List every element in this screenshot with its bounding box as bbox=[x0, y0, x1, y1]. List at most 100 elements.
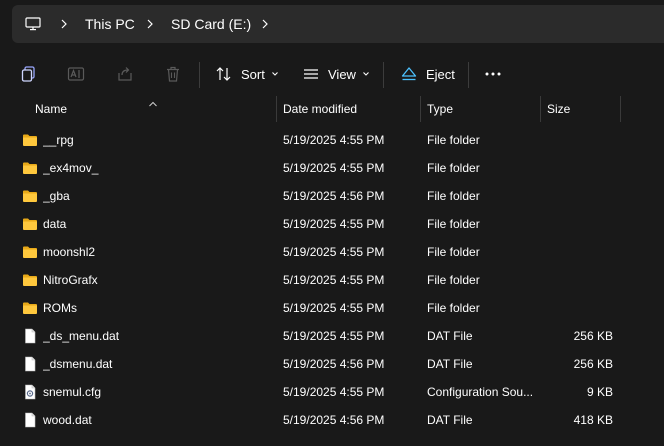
folder-icon bbox=[22, 300, 38, 316]
file-icon bbox=[22, 328, 38, 344]
file-type: DAT File bbox=[427, 357, 473, 371]
column-size[interactable]: Size bbox=[547, 96, 570, 122]
file-row[interactable]: _ex4mov_ 5/19/2025 4:55 PM File folder bbox=[0, 154, 664, 182]
file-size bbox=[545, 294, 613, 322]
column-divider[interactable] bbox=[420, 96, 421, 122]
file-date-modified: 5/19/2025 4:55 PM bbox=[283, 385, 385, 399]
more-icon bbox=[485, 72, 501, 76]
file-type: File folder bbox=[427, 189, 480, 203]
column-date-modified[interactable]: Date modified bbox=[283, 96, 357, 122]
breadcrumb-this-pc[interactable]: This PC bbox=[85, 5, 135, 43]
file-date-modified: 5/19/2025 4:56 PM bbox=[283, 357, 385, 371]
file-size: 9 KB bbox=[586, 385, 613, 399]
file-size: 256 KB bbox=[573, 329, 613, 343]
file-name: _gba bbox=[43, 189, 70, 203]
file-row[interactable]: _ds_menu.dat 5/19/2025 4:55 PM DAT File 256… bbox=[0, 322, 664, 350]
view-button[interactable]: View bbox=[302, 52, 371, 96]
rename-icon bbox=[67, 67, 85, 81]
rename-button[interactable] bbox=[67, 52, 85, 96]
file-type: File folder bbox=[427, 245, 480, 259]
config-file-icon bbox=[22, 384, 38, 400]
file-size bbox=[545, 266, 613, 294]
file-type: File folder bbox=[427, 301, 480, 315]
file-name: moonshl2 bbox=[43, 245, 96, 259]
file-name: data bbox=[43, 217, 67, 231]
sort-button[interactable]: Sort bbox=[215, 52, 280, 96]
file-row[interactable]: wood.dat 5/19/2025 4:56 PM DAT File 418 KB bbox=[0, 406, 664, 434]
file-name: NitroGrafx bbox=[43, 273, 98, 287]
file-size bbox=[545, 154, 613, 182]
toolbar-divider bbox=[383, 62, 384, 88]
copy-button[interactable] bbox=[20, 52, 38, 96]
column-divider[interactable] bbox=[540, 96, 541, 122]
folder-icon bbox=[22, 132, 38, 148]
column-name[interactable]: Name bbox=[35, 96, 67, 122]
more-options-button[interactable] bbox=[484, 52, 502, 96]
file-row[interactable]: moonshl2 5/19/2025 4:55 PM File folder bbox=[0, 238, 664, 266]
file-row[interactable]: _dsmenu.dat 5/19/2025 4:56 PM DAT File 256 … bbox=[0, 350, 664, 378]
file-row[interactable]: __rpg 5/19/2025 4:55 PM File folder bbox=[0, 126, 664, 154]
file-date-modified: 5/19/2025 4:56 PM bbox=[283, 413, 385, 427]
eject-label: Eject bbox=[426, 66, 455, 82]
sort-icon bbox=[216, 67, 231, 81]
file-row[interactable]: _gba 5/19/2025 4:56 PM File folder bbox=[0, 182, 664, 210]
folder-icon bbox=[22, 160, 38, 176]
eject-button[interactable]: Eject bbox=[400, 52, 455, 96]
file-row[interactable]: NitroGrafx 5/19/2025 4:55 PM File folder bbox=[0, 266, 664, 294]
view-icon bbox=[304, 69, 318, 79]
computer-icon[interactable] bbox=[25, 16, 41, 32]
file-size bbox=[545, 182, 613, 210]
file-type: File folder bbox=[427, 273, 480, 287]
chevron-right-icon[interactable] bbox=[261, 5, 269, 43]
chevron-down-icon bbox=[271, 72, 278, 76]
file-name: ROMs bbox=[43, 301, 77, 315]
sort-ascending-icon bbox=[148, 94, 158, 112]
trash-icon bbox=[167, 66, 179, 82]
file-name: _dsmenu.dat bbox=[43, 357, 113, 371]
sort-label: Sort bbox=[241, 66, 265, 82]
file-size bbox=[545, 126, 613, 154]
folder-icon bbox=[22, 272, 38, 288]
file-date-modified: 5/19/2025 4:55 PM bbox=[283, 301, 385, 315]
column-divider[interactable] bbox=[276, 96, 277, 122]
eject-icon bbox=[401, 67, 417, 81]
share-button[interactable] bbox=[116, 52, 134, 96]
command-bar: Sort View Eject bbox=[0, 52, 664, 96]
file-type: DAT File bbox=[427, 413, 473, 427]
file-type: File folder bbox=[427, 161, 480, 175]
column-divider[interactable] bbox=[620, 96, 621, 122]
chevron-down-icon bbox=[363, 72, 369, 76]
share-icon bbox=[118, 67, 132, 81]
file-date-modified: 5/19/2025 4:55 PM bbox=[283, 329, 385, 343]
file-size: 418 KB bbox=[573, 413, 613, 427]
view-label: View bbox=[328, 66, 356, 82]
column-header: Name Date modified Type Size bbox=[0, 96, 664, 122]
column-type[interactable]: Type bbox=[427, 96, 453, 122]
file-row[interactable]: data 5/19/2025 4:55 PM File folder bbox=[0, 210, 664, 238]
chevron-right-icon[interactable] bbox=[146, 5, 154, 43]
file-name: _ds_menu.dat bbox=[43, 329, 120, 343]
file-size: 256 KB bbox=[573, 357, 613, 371]
file-icon bbox=[22, 412, 38, 428]
file-type: File folder bbox=[427, 133, 480, 147]
file-size bbox=[545, 210, 613, 238]
file-name: snemul.cfg bbox=[43, 385, 102, 399]
toolbar-divider bbox=[199, 62, 200, 88]
file-name: wood.dat bbox=[43, 413, 92, 427]
file-name: _ex4mov_ bbox=[43, 161, 99, 175]
file-date-modified: 5/19/2025 4:55 PM bbox=[283, 161, 385, 175]
file-name: __rpg bbox=[43, 133, 74, 147]
file-date-modified: 5/19/2025 4:55 PM bbox=[283, 217, 385, 231]
breadcrumb-sd-card[interactable]: SD Card (E:) bbox=[171, 5, 251, 43]
delete-button[interactable] bbox=[164, 52, 182, 96]
file-date-modified: 5/19/2025 4:55 PM bbox=[283, 245, 385, 259]
file-row[interactable]: snemul.cfg 5/19/2025 4:55 PM Configuration… bbox=[0, 378, 664, 406]
file-size bbox=[545, 238, 613, 266]
toolbar-divider bbox=[468, 62, 469, 88]
file-type: Configuration Sou... bbox=[427, 385, 534, 399]
copy-icon bbox=[21, 66, 35, 82]
address-bar[interactable]: This PC SD Card (E:) bbox=[12, 5, 664, 43]
chevron-right-icon[interactable] bbox=[60, 5, 68, 43]
file-row[interactable]: ROMs 5/19/2025 4:55 PM File folder bbox=[0, 294, 664, 322]
file-list: __rpg 5/19/2025 4:55 PM File folder _ex4mov… bbox=[0, 126, 664, 434]
